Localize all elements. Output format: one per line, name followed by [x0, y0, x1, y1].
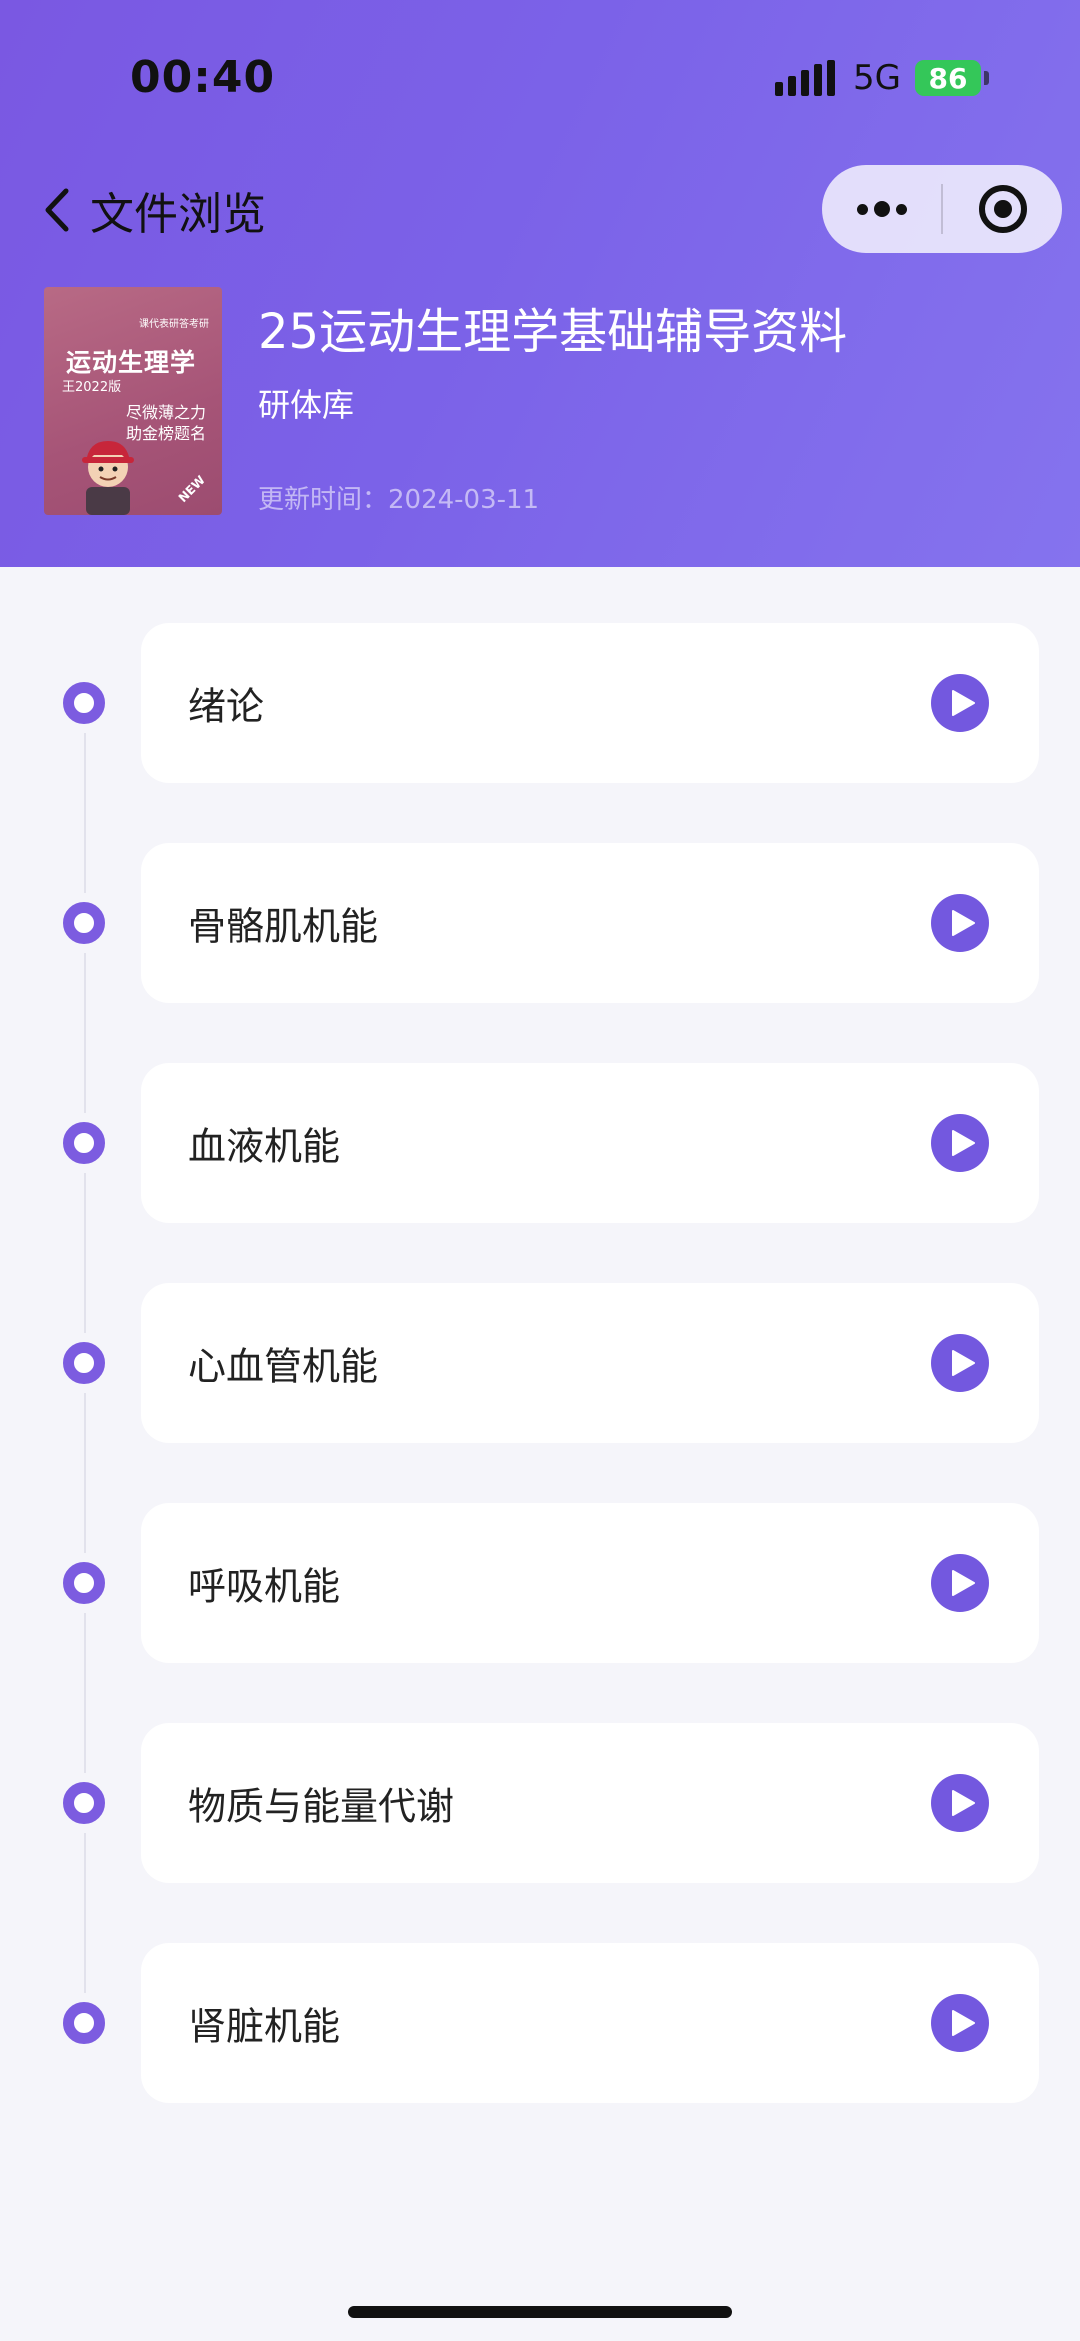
chapter-item[interactable]: 心血管机能: [0, 1283, 1080, 1443]
document-updated: 更新时间：2024-03-11: [258, 485, 540, 515]
signal-icon: [775, 60, 835, 96]
play-button[interactable]: [931, 1774, 989, 1832]
play-icon: [951, 910, 975, 936]
chapter-label: 呼吸机能: [188, 1564, 341, 1609]
book-cover: 课代表研答考研 运动生理学 王2022版 尽微薄之力 助金榜题名 NEW: [44, 287, 222, 515]
home-indicator: [348, 2306, 732, 2318]
play-icon: [951, 1350, 975, 1376]
more-button[interactable]: [822, 165, 941, 253]
chapter-card[interactable]: 心血管机能: [141, 1283, 1039, 1443]
chapter-label: 骨骼肌机能: [188, 904, 379, 949]
back-button[interactable]: 文件浏览: [38, 178, 266, 242]
play-button[interactable]: [931, 1554, 989, 1612]
chapter-card[interactable]: 血液机能: [141, 1063, 1039, 1223]
header: 00:40 5G 86 文件浏览 课代表研答考研 运动生理学 王2022版 尽微…: [0, 0, 1080, 567]
chapter-item[interactable]: 骨骼肌机能: [0, 843, 1080, 1003]
play-icon: [951, 2010, 975, 2036]
timeline-dot-icon: [63, 682, 105, 724]
chapter-card[interactable]: 物质与能量代谢: [141, 1723, 1039, 1883]
play-icon: [951, 690, 975, 716]
play-button[interactable]: [931, 674, 989, 732]
more-dots-icon: [856, 201, 907, 217]
play-icon: [951, 1790, 975, 1816]
document-source: 研体库: [258, 386, 355, 424]
play-button[interactable]: [931, 1114, 989, 1172]
chapter-card[interactable]: 呼吸机能: [141, 1503, 1039, 1663]
chapter-item[interactable]: 呼吸机能: [0, 1503, 1080, 1663]
chapter-item[interactable]: 绪论: [0, 623, 1080, 783]
timeline-dot-icon: [63, 902, 105, 944]
chapter-item[interactable]: 物质与能量代谢: [0, 1723, 1080, 1883]
chapter-label: 肾脏机能: [188, 2004, 341, 2049]
chapter-card[interactable]: 绪论: [141, 623, 1039, 783]
page: 00:40 5G 86 文件浏览 课代表研答考研 运动生理学 王2022版 尽微…: [0, 0, 1080, 2341]
play-icon: [951, 1570, 975, 1596]
chapter-item[interactable]: 肾脏机能: [0, 1943, 1080, 2103]
close-mini-program-button[interactable]: [943, 165, 1062, 253]
cover-title: 运动生理学: [66, 348, 197, 377]
play-icon: [951, 1130, 975, 1156]
timeline-dot-icon: [63, 2002, 105, 2044]
play-button[interactable]: [931, 894, 989, 952]
mini-program-capsule: [822, 165, 1062, 253]
play-button[interactable]: [931, 1334, 989, 1392]
timeline-dot-icon: [63, 1782, 105, 1824]
battery-cap: [983, 71, 989, 85]
cover-edition: 王2022版: [62, 380, 122, 395]
cover-new-badge: NEW: [175, 472, 208, 506]
chapter-label: 物质与能量代谢: [188, 1784, 455, 1829]
chapter-label: 绪论: [188, 684, 265, 729]
timeline-dot-icon: [63, 1342, 105, 1384]
cartoon-avatar-icon: [82, 441, 134, 515]
chapter-label: 心血管机能: [188, 1344, 379, 1389]
status-bar-right: 5G 86: [775, 58, 989, 98]
target-circle-icon: [978, 185, 1027, 233]
timeline-dot-icon: [63, 1562, 105, 1604]
nav-title: 文件浏览: [90, 189, 266, 240]
status-time: 00:40: [130, 52, 276, 103]
network-label: 5G: [853, 58, 901, 98]
chapter-card[interactable]: 骨骼肌机能: [141, 843, 1039, 1003]
chapter-item[interactable]: 血液机能: [0, 1063, 1080, 1223]
cover-brand: 课代表研答考研: [139, 319, 209, 330]
chapter-card[interactable]: 肾脏机能: [141, 1943, 1039, 2103]
battery-level: 86: [928, 61, 968, 95]
battery-icon: 86: [914, 60, 981, 96]
chapter-label: 血液机能: [188, 1124, 341, 1169]
chevron-left-icon: [45, 188, 69, 232]
document-title: 25运动生理学基础辅导资料: [258, 304, 848, 360]
timeline-dot-icon: [63, 1122, 105, 1164]
play-button[interactable]: [931, 1994, 989, 2052]
